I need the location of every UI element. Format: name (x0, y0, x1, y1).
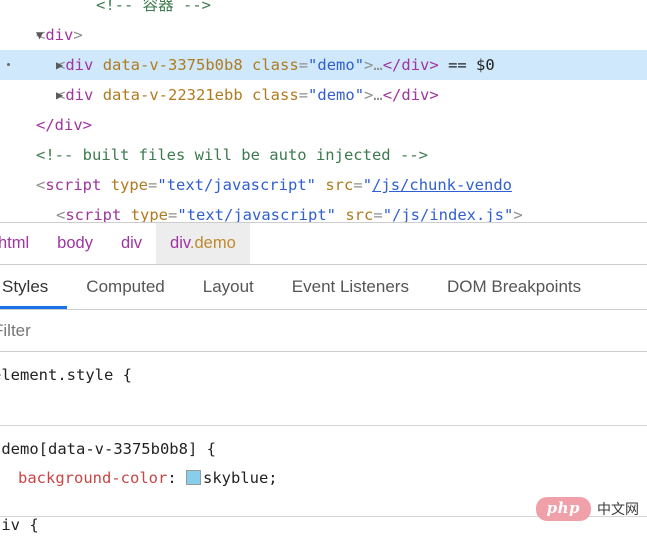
collapsed-children-ellipsis[interactable]: … (373, 86, 382, 104)
attribute-data-v[interactable]: data-v-3375b0b8 (103, 56, 243, 74)
attribute-src-quote: " (362, 176, 373, 194)
attribute-data-v[interactable]: data-v-22321ebb (103, 86, 243, 104)
dom-row-script-vendors[interactable]: <script type="text/javascript" src="/js/… (0, 170, 647, 200)
expand-triangle-down-icon[interactable]: ▼ (36, 20, 43, 50)
dom-row-div-demo-selected[interactable]: ▶ <div data-v-3375b0b8 class="demo">…</di… (0, 50, 647, 80)
closing-tag: </div> (382, 86, 439, 104)
attribute-src-name[interactable]: src (345, 206, 373, 222)
breadcrumb-item-div[interactable]: div (107, 223, 156, 264)
dom-row-div-open[interactable]: ▼ <div> (0, 20, 647, 50)
php-logo-badge: php (535, 497, 591, 521)
comment-close: --> (183, 0, 211, 14)
tab-layout[interactable]: Layout (184, 265, 273, 309)
color-swatch-icon[interactable] (185, 470, 201, 485)
script-src-link[interactable]: /js/chunk-vendo (372, 176, 512, 194)
attribute-class-name[interactable]: class (252, 86, 299, 104)
tab-dom-breakpoints[interactable]: DOM Breakpoints (428, 265, 600, 309)
tag-name: div (65, 86, 94, 104)
tab-event-listeners[interactable]: Event Listeners (273, 265, 428, 309)
styles-filter-bar[interactable] (0, 310, 647, 352)
dom-row-div-close[interactable]: </div> (0, 110, 647, 140)
angle-gt: > (513, 206, 523, 222)
attribute-src-value[interactable]: "/js/index.js" (383, 206, 514, 222)
comment-chinese-text: 容器 (133, 0, 183, 14)
attribute-type-name[interactable]: type (111, 176, 148, 194)
breadcrumb[interactable]: html body div div.demo (0, 222, 647, 265)
dom-row-comment-built-files[interactable]: <!-- built files will be auto injected -… (0, 140, 647, 170)
css-rule-div-clipped[interactable]: div { (0, 517, 647, 544)
watermark: php 中文网 (535, 497, 639, 521)
attribute-class-value[interactable]: "demo" (308, 56, 364, 74)
dom-row-script-index[interactable]: <script type="text/javascript" src="/js/… (0, 200, 647, 222)
tag-name: div (45, 26, 74, 44)
breadcrumb-item-div-demo[interactable]: div.demo (156, 223, 250, 264)
expand-triangle-right-icon[interactable]: ▶ (56, 80, 63, 110)
tab-computed[interactable]: Computed (67, 265, 183, 309)
breadcrumb-item-html[interactable]: html (0, 223, 43, 264)
css-property-value[interactable]: skyblue; (203, 469, 278, 487)
dom-row-comment-container[interactable]: <!-- 容器 --> (0, 0, 647, 20)
selected-marker-dot-icon (7, 63, 10, 66)
css-selector-demo-scoped[interactable]: .demo[data-v-3375b0b8] { (0, 435, 647, 464)
attribute-class-name[interactable]: class (252, 56, 299, 74)
breadcrumb-item-body[interactable]: body (43, 223, 107, 264)
closing-tag: </div> (382, 56, 439, 74)
breadcrumb-class-name: .demo (189, 234, 236, 252)
console-reference-label: == $0 (448, 56, 495, 74)
tag-name: div (65, 56, 94, 74)
comment-text: <!-- built files will be auto injected -… (36, 146, 428, 164)
css-selector-div[interactable]: div { (0, 517, 39, 540)
attribute-src-name[interactable]: src (325, 176, 353, 194)
css-selector-element-style[interactable]: element.style { (0, 361, 647, 390)
tag-name: script (65, 206, 122, 222)
css-rule-element-style[interactable]: element.style { (0, 352, 647, 426)
css-declarations-empty[interactable] (0, 390, 647, 416)
attribute-type-value[interactable]: "text/javascript" (157, 176, 316, 194)
breadcrumb-tag-name: div (170, 234, 190, 252)
comment-text: <!-- (96, 0, 134, 14)
tag-name: script (45, 176, 102, 194)
watermark-site-name: 中文网 (597, 502, 639, 518)
attribute-type-name[interactable]: type (131, 206, 168, 222)
css-declaration-background-color[interactable]: background-color: skyblue; (0, 464, 647, 493)
angle-gt: > (364, 56, 374, 74)
css-property-separator: : (167, 469, 186, 487)
attribute-type-value[interactable]: "text/javascript" (177, 206, 336, 222)
dom-row-div-demo-second[interactable]: ▶ <div data-v-22321ebb class="demo">…</di… (0, 80, 647, 110)
expand-triangle-right-icon[interactable]: ▶ (56, 50, 63, 80)
closing-tag: </div> (36, 116, 92, 134)
dom-tree-panel[interactable]: <!-- 容器 --> ▼ <div> ▶ <div data-v-3375b0b8… (0, 0, 647, 222)
styles-pane-tab-bar[interactable]: Styles Computed Layout Event Listeners D… (0, 265, 647, 310)
tab-styles[interactable]: Styles (0, 265, 68, 309)
angle-gt: > (364, 86, 374, 104)
angle-open: < (56, 206, 66, 222)
angle-open: < (36, 176, 46, 194)
filter-input[interactable] (0, 310, 395, 351)
attribute-class-value[interactable]: "demo" (308, 86, 364, 104)
collapsed-children-ellipsis[interactable]: … (373, 56, 382, 74)
angle-close: > (73, 26, 83, 44)
css-property-name[interactable]: background-color (18, 469, 167, 487)
